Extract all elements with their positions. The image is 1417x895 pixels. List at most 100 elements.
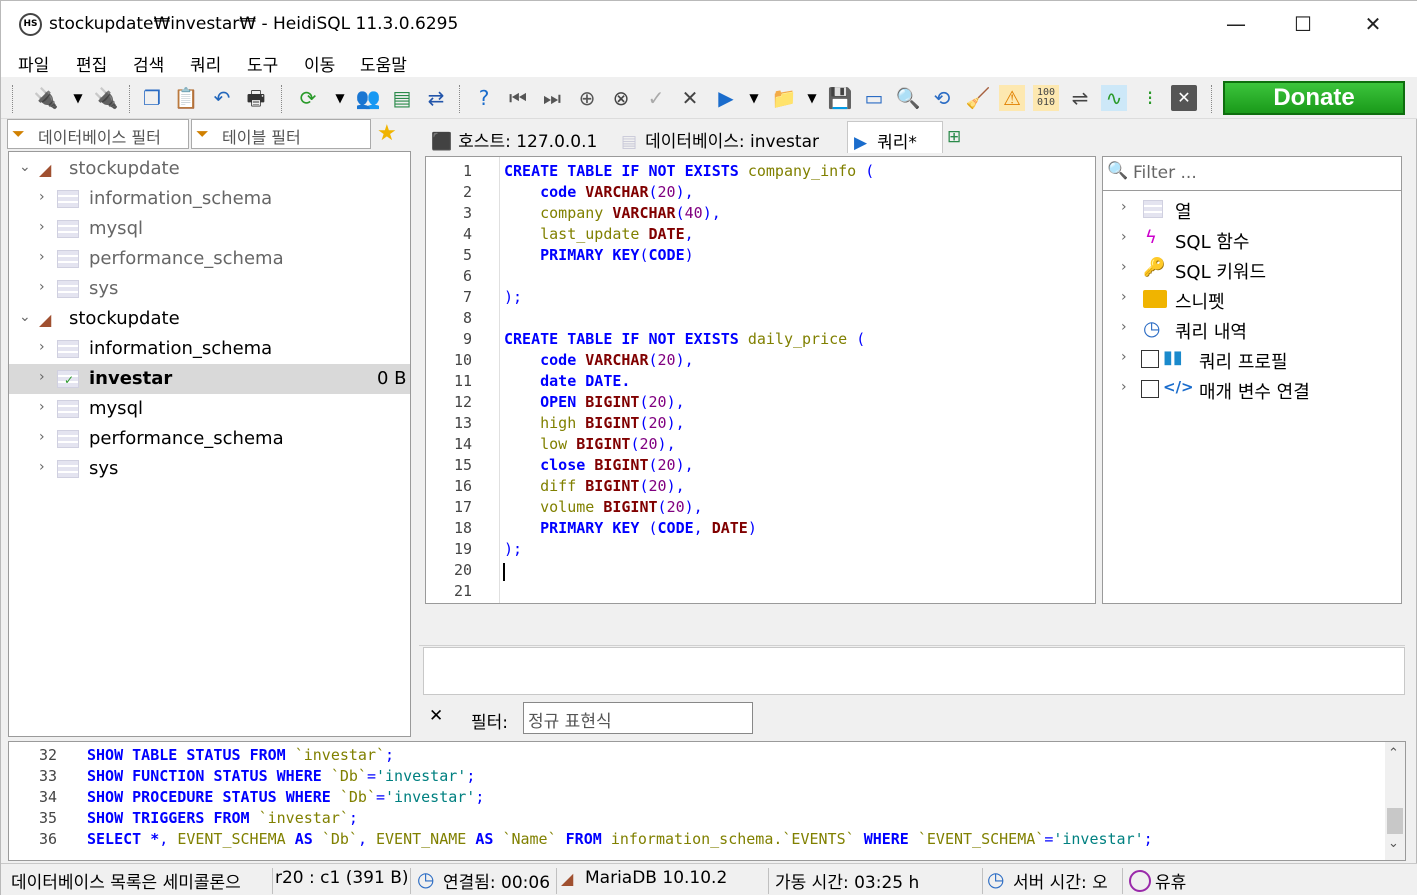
- user-manager-icon[interactable]: 👥: [355, 85, 381, 111]
- chevron-right-icon[interactable]: ›: [1121, 319, 1127, 335]
- tab-query[interactable]: ▶ 쿼리*: [847, 121, 943, 153]
- reformat-icon[interactable]: ⁝: [1137, 85, 1163, 111]
- checkbox[interactable]: [1141, 380, 1159, 398]
- menu-search[interactable]: 검색: [133, 51, 164, 76]
- tree-item[interactable]: › information_schema: [9, 334, 410, 364]
- chevron-right-icon[interactable]: ›: [39, 459, 45, 475]
- menu-goto[interactable]: 이동: [304, 51, 335, 76]
- clear-icon[interactable]: 🧹: [965, 85, 991, 111]
- chevron-right-icon[interactable]: ›: [39, 429, 45, 445]
- connect-icon[interactable]: 🔌: [33, 85, 59, 111]
- chevron-right-icon[interactable]: ›: [1121, 379, 1127, 395]
- chevron-down-icon[interactable]: ⌄: [19, 309, 31, 325]
- menu-file[interactable]: 파일: [18, 51, 49, 76]
- autocomplete-icon[interactable]: ∿: [1101, 85, 1127, 111]
- chevron-right-icon[interactable]: ›: [39, 249, 45, 265]
- menu-query[interactable]: 쿼리: [190, 51, 221, 76]
- save-as-icon[interactable]: ▭: [861, 85, 887, 111]
- find-icon[interactable]: 🔍: [895, 85, 921, 111]
- wrap-icon[interactable]: ⇌: [1067, 85, 1093, 111]
- helper-item-sql-keywords[interactable]: › 🔑 SQL 키워드: [1103, 254, 1401, 284]
- tree-node-session[interactable]: ⌄ ◢ stockupdate: [9, 304, 410, 334]
- menu-edit[interactable]: 편집: [76, 51, 107, 76]
- help-icon[interactable]: ?: [471, 85, 497, 111]
- helper-item-bind-params[interactable]: › </> 매개 변수 연결: [1103, 374, 1401, 404]
- result-grid[interactable]: [423, 647, 1405, 695]
- chevron-right-icon[interactable]: ›: [39, 369, 45, 385]
- chevron-down-icon[interactable]: ⌄: [19, 159, 31, 175]
- sync-icon[interactable]: ⇄: [423, 85, 449, 111]
- helper-item-columns[interactable]: › 열: [1103, 194, 1401, 224]
- helper-filter-input[interactable]: 🔍 Filter ...: [1103, 157, 1401, 191]
- print-icon[interactable]: 🖶: [243, 85, 269, 111]
- export-icon[interactable]: ▤: [389, 85, 415, 111]
- chevron-right-icon[interactable]: ›: [1121, 199, 1127, 215]
- chevron-down-icon[interactable]: ▼: [65, 85, 91, 111]
- chevron-right-icon[interactable]: ›: [1121, 289, 1127, 305]
- database-filter-input[interactable]: ⏷ 데이터베이스 필터: [7, 119, 189, 149]
- helper-item-sql-functions[interactable]: › ϟ SQL 함수: [1103, 224, 1401, 254]
- disconnect-icon[interactable]: 🔌: [93, 85, 119, 111]
- chevron-right-icon[interactable]: ›: [39, 399, 45, 415]
- close-tab-icon[interactable]: ✕: [1171, 85, 1197, 111]
- refresh-icon[interactable]: ⟳: [295, 85, 321, 111]
- save-icon[interactable]: 💾: [827, 85, 853, 111]
- undo-icon[interactable]: ↶: [209, 85, 235, 111]
- tree-item-label: mysql: [89, 218, 143, 239]
- chevron-right-icon[interactable]: ›: [39, 279, 45, 295]
- tree-node-session[interactable]: ⌄ ◢ stockupdate: [9, 154, 410, 184]
- warning-icon[interactable]: ⚠: [999, 85, 1025, 111]
- chevron-down-icon[interactable]: ▼: [327, 85, 353, 111]
- log-scrollbar[interactable]: ⌃ ⌄: [1385, 742, 1405, 860]
- menu-help[interactable]: 도움말: [360, 51, 407, 76]
- chevron-down-icon[interactable]: ▼: [741, 85, 767, 111]
- tree-item[interactable]: › performance_schema: [9, 424, 410, 454]
- tab-host[interactable]: ⬛ 호스트: 127.0.0.1: [423, 121, 619, 153]
- chevron-down-icon[interactable]: ▼: [799, 85, 825, 111]
- tree-item[interactable]: › sys: [9, 274, 410, 304]
- checkbox[interactable]: [1141, 350, 1159, 368]
- regex-filter-input[interactable]: 정규 표현식: [523, 702, 753, 734]
- chevron-right-icon[interactable]: ›: [39, 339, 45, 355]
- helper-item-query-profile[interactable]: › ▮▮ 쿼리 프로필: [1103, 344, 1401, 374]
- chevron-right-icon[interactable]: ›: [39, 189, 45, 205]
- tree-item-selected[interactable]: › ✓ investar 0 B: [9, 364, 410, 394]
- helper-item-query-history[interactable]: › ◷ 쿼리 내역: [1103, 314, 1401, 344]
- tree-item[interactable]: › performance_schema: [9, 244, 410, 274]
- sql-editor[interactable]: 1 2 3 4 5 6 7 8 9 10 11 12 13 14 15 16 17 18 19 20 21 CREATE…: [425, 156, 1096, 604]
- scroll-down-icon[interactable]: ⌄: [1388, 836, 1399, 851]
- delete-record-icon[interactable]: ⊗: [608, 85, 634, 111]
- scroll-thumb[interactable]: [1387, 808, 1403, 834]
- donate-button[interactable]: Donate: [1223, 81, 1405, 115]
- insert-record-icon[interactable]: ⊕: [574, 85, 600, 111]
- binary-icon[interactable]: 100 010: [1033, 85, 1059, 111]
- minimize-button[interactable]: —: [1201, 1, 1271, 47]
- tree-item[interactable]: › mysql: [9, 214, 410, 244]
- replace-icon[interactable]: ⟲: [929, 85, 955, 111]
- tree-item[interactable]: › mysql: [9, 394, 410, 424]
- open-file-icon[interactable]: 📁: [771, 85, 797, 111]
- chevron-right-icon[interactable]: ›: [1121, 229, 1127, 245]
- menu-tools[interactable]: 도구: [247, 51, 278, 76]
- copy-icon[interactable]: ❐: [139, 85, 165, 111]
- post-record-icon[interactable]: ✓: [643, 85, 669, 111]
- close-filter-icon[interactable]: ✕: [429, 706, 443, 726]
- run-query-icon[interactable]: ▶: [713, 85, 739, 111]
- chevron-right-icon[interactable]: ›: [39, 219, 45, 235]
- maximize-button[interactable]: ☐: [1268, 1, 1338, 47]
- tab-database[interactable]: ▤ 데이터베이스: investar: [619, 121, 845, 153]
- first-record-icon[interactable]: ⏮: [505, 85, 531, 111]
- cancel-edit-icon[interactable]: ✕: [677, 85, 703, 111]
- close-button[interactable]: ✕: [1338, 1, 1408, 47]
- paste-icon[interactable]: 📋: [173, 85, 199, 111]
- new-query-tab-icon[interactable]: ⊞: [947, 121, 977, 153]
- tree-item[interactable]: › sys: [9, 454, 410, 484]
- chevron-right-icon[interactable]: ›: [1121, 349, 1127, 365]
- helper-item-snippets[interactable]: › 스니펫: [1103, 284, 1401, 314]
- chevron-right-icon[interactable]: ›: [1121, 259, 1127, 275]
- scroll-up-icon[interactable]: ⌃: [1388, 746, 1399, 761]
- last-record-icon[interactable]: ⏭: [539, 85, 565, 111]
- favorite-star-icon[interactable]: ★: [377, 121, 397, 146]
- tree-item[interactable]: › information_schema: [9, 184, 410, 214]
- table-filter-input[interactable]: ⏷ 테이블 필터: [191, 119, 371, 149]
